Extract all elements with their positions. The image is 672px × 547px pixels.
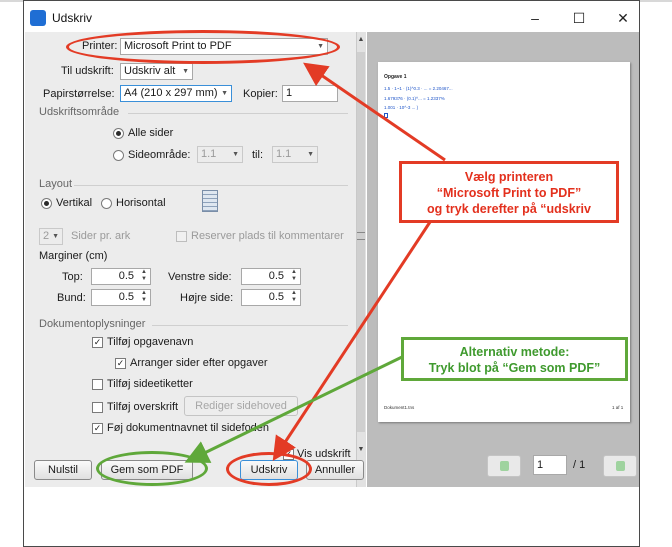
green-arrow-gem	[184, 355, 403, 463]
green-callout-line: Alternativ metode:	[459, 345, 570, 359]
udskriv-highlight-oval	[226, 452, 312, 486]
red-callout: Vælg printeren “Microsoft Print to PDF” …	[399, 161, 619, 223]
red-callout-line: Vælg printeren	[464, 170, 554, 184]
red-arrow-printer	[303, 62, 446, 162]
red-callout-line: “Microsoft Print to PDF”	[436, 186, 582, 200]
printer-highlight-oval	[66, 30, 340, 64]
green-callout: Alternativ metode: Tryk blot på “Gem som…	[401, 337, 628, 381]
gem-highlight-oval	[96, 451, 208, 486]
green-callout-line: Tryk blot på “Gem som PDF”	[428, 361, 601, 375]
red-callout-line: og tryk derefter på “udskriv	[427, 202, 591, 216]
